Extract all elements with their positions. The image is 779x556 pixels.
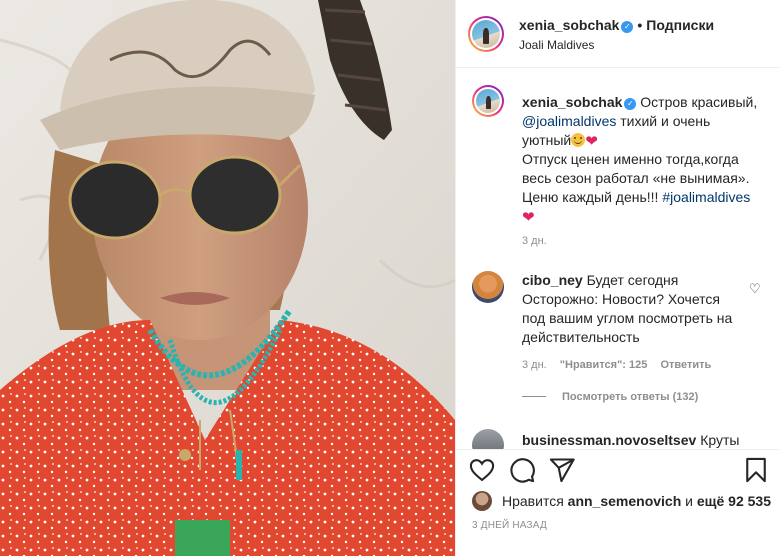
comment-username[interactable]: businessman.novoseltsev [522, 432, 696, 448]
comment-time[interactable]: 3 дн. [522, 359, 547, 371]
selfie-image [0, 0, 455, 556]
smile-emoji-icon [571, 133, 586, 147]
comment-text: businessman.novoseltsev Круты [522, 431, 762, 449]
liker-avatar [472, 491, 492, 511]
verified-icon: ✓ [621, 21, 634, 33]
replies-divider [522, 396, 546, 397]
caption-avatar[interactable] [472, 85, 504, 117]
caption-username[interactable]: xenia_sobchak [522, 94, 622, 110]
follow-button[interactable]: Подписки [646, 17, 714, 33]
comment-text: cibo_ney Будет сегодня Осторожно: Новост… [522, 271, 742, 347]
heart-emoji-icon: ❤ [585, 133, 598, 150]
caption-text: xenia_sobchak ✓ Остров красивый, @joalima… [522, 93, 762, 226]
like-comment-heart-icon[interactable]: ♡ [749, 281, 761, 297]
commenter-avatar[interactable] [472, 429, 504, 449]
bookmark-icon[interactable] [742, 456, 770, 484]
comments-list[interactable]: xenia_sobchak ✓ Остров красивый, @joalima… [456, 69, 779, 449]
heart-emoji-icon: ❤ [522, 209, 535, 226]
reply-button[interactable]: Ответить [660, 359, 711, 371]
separator-dot: • [637, 17, 643, 33]
post-timestamp[interactable]: 3 ДНЕЙ НАЗАД [472, 520, 547, 531]
likes-text: Нравится ann_semenovich и ещё 92 535 [502, 493, 771, 509]
view-replies-button[interactable]: Посмотреть ответы (132) [522, 391, 698, 403]
comment-likes[interactable]: "Нравится": 125 [560, 359, 648, 371]
comment-icon[interactable] [508, 456, 536, 484]
caption-hashtag[interactable]: #joalimaldives [662, 189, 750, 205]
author-username[interactable]: xenia_sobchak [519, 17, 619, 33]
caption-line1: Остров красивый, [640, 94, 758, 110]
view-replies-label: Посмотреть ответы (132) [562, 391, 699, 403]
author-avatar[interactable] [468, 16, 504, 52]
comment-meta: 3 дн. "Нравится": 125 Ответить [522, 359, 721, 371]
likes-middle: и [685, 493, 693, 509]
liker-username[interactable]: ann_semenovich [568, 493, 682, 509]
caption-time[interactable]: 3 дн. [522, 235, 547, 247]
share-icon[interactable] [548, 456, 576, 484]
comment-username[interactable]: cibo_ney [522, 272, 583, 288]
post-photo[interactable] [0, 0, 455, 556]
caption-mention[interactable]: @joalimaldives [522, 113, 616, 129]
comment-body: Круты [700, 432, 740, 448]
likes-prefix: Нравится [502, 493, 564, 509]
post-side-panel: xenia_sobchak ✓ • Подписки Joali Maldives x… [455, 0, 779, 556]
post-actions-area: Нравится ann_semenovich и ещё 92 535 3 Д… [456, 449, 779, 556]
commenter-avatar[interactable] [472, 271, 504, 303]
location-link[interactable]: Joali Maldives [519, 38, 594, 52]
post-header: xenia_sobchak ✓ • Подписки Joali Maldives [456, 0, 779, 68]
likes-count[interactable]: ещё 92 535 [697, 493, 771, 509]
verified-icon: ✓ [624, 98, 637, 110]
heart-icon[interactable] [468, 456, 496, 484]
header-user-row: xenia_sobchak ✓ • Подписки [519, 17, 714, 33]
